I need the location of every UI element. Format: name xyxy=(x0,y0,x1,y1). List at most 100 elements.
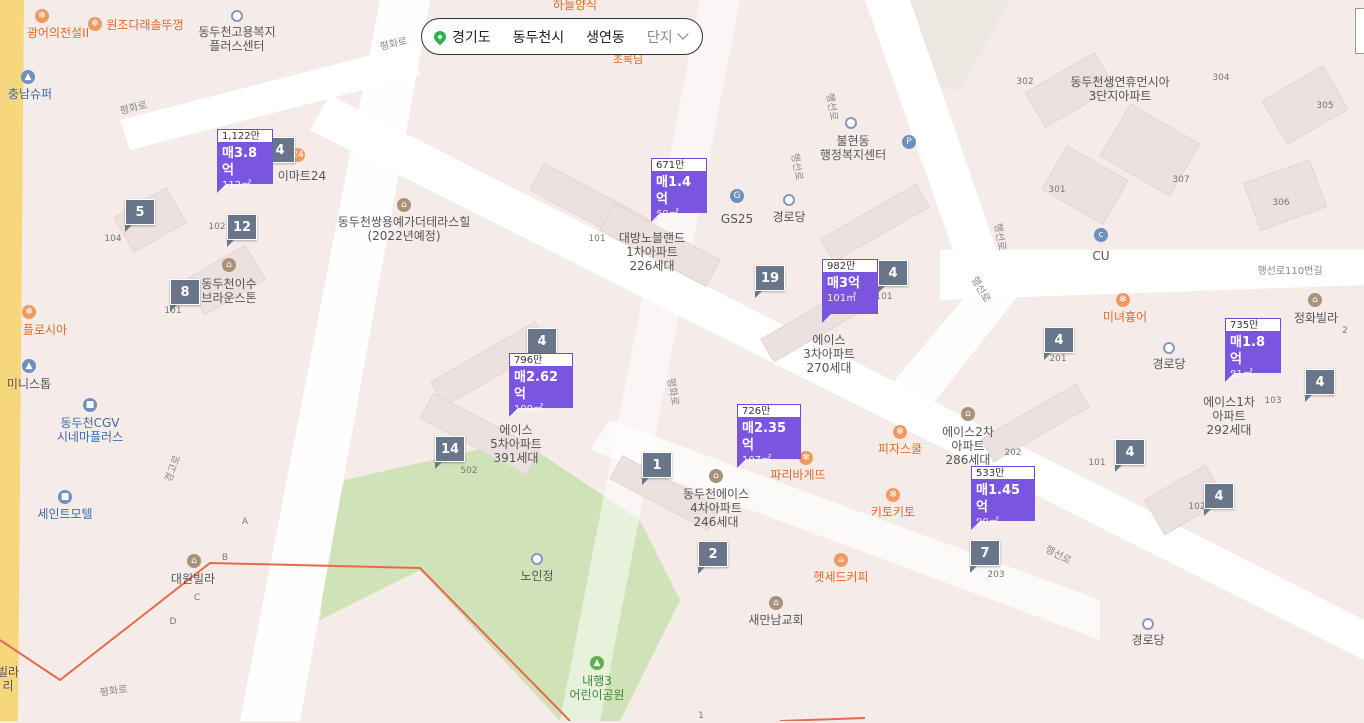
place-label: 미니스톱 xyxy=(6,377,52,391)
unit-price: 671만 xyxy=(651,158,707,171)
place-label: 경로당 xyxy=(772,210,806,224)
province-selector[interactable]: 경기도 xyxy=(431,27,491,47)
listing-count-marker[interactable]: 8 xyxy=(170,279,200,312)
apartment-icon: ⌂ xyxy=(1308,293,1322,307)
building-number: 104 xyxy=(104,234,122,244)
apartment-icon: ⌂ xyxy=(709,469,723,483)
sale-price: 매3억 xyxy=(827,276,860,291)
chevron-down-icon[interactable] xyxy=(676,28,689,40)
sale-price: 매2.62억 xyxy=(514,370,559,402)
villa-icon: ⌂ xyxy=(187,554,201,568)
price-marker[interactable]: 726만 매2.35억 107㎡ xyxy=(737,404,801,468)
cu-store-icon: c xyxy=(1094,228,1108,242)
apartment-label: 동두천에이스 4차아파트 246세대 xyxy=(682,487,750,529)
dong-selector[interactable]: 생연동 xyxy=(586,27,625,47)
place-label: 불현동 행정복지센터 xyxy=(819,134,887,162)
apartment-icon: ⌂ xyxy=(961,407,975,421)
place-label: 플로시아 xyxy=(22,323,68,337)
building-label: C xyxy=(193,593,201,603)
apartment-label: 대방노블랜드 1차아파트 226세대 xyxy=(618,231,686,273)
city-selector[interactable]: 동두천시 xyxy=(513,27,565,47)
place-label: 노인정 xyxy=(520,569,554,583)
unit-price: 726만 xyxy=(737,404,801,417)
building-number: 502 xyxy=(460,466,478,476)
church-icon: ⌂ xyxy=(769,596,783,610)
unit-price: 735만 xyxy=(1225,318,1281,331)
price-marker[interactable]: 796만 매2.62억 109㎡ xyxy=(509,353,573,417)
cinema-icon: ■ xyxy=(83,398,97,412)
place-label: 광어의전설II xyxy=(26,26,90,40)
restaurant-icon: ✻ xyxy=(35,9,49,23)
public-office-icon xyxy=(845,117,857,129)
place-label: 하늘양식 xyxy=(552,0,598,12)
place-label: 세인트모텔 xyxy=(37,507,93,521)
place-label: 경로당 xyxy=(1131,633,1165,647)
listing-count-marker[interactable]: 4 xyxy=(1044,327,1074,360)
cafe-icon: ☕ xyxy=(834,553,848,567)
apartment-label: 동두천생연휴먼시아 3단지아파트 xyxy=(1070,75,1170,103)
listing-count-marker[interactable]: 4 xyxy=(1305,369,1335,402)
apartment-label: 에이스2차 아파트 286세대 xyxy=(942,425,994,467)
area: 101㎡ xyxy=(827,293,857,304)
senior-center-icon xyxy=(1163,342,1175,354)
place-label: 충남슈퍼 xyxy=(7,87,53,101)
listing-count-marker[interactable]: 5 xyxy=(125,199,155,232)
apartment-icon: ⌂ xyxy=(397,198,411,212)
place-label: 헷세드커피 xyxy=(813,570,869,584)
listing-count-marker[interactable]: 4 xyxy=(878,260,908,293)
price-marker[interactable]: 982만 매3억 101㎡ xyxy=(822,259,878,323)
restaurant-icon: ✻ xyxy=(886,488,900,502)
place-label: 키토키토 xyxy=(870,505,916,519)
senior-center-icon xyxy=(1142,618,1154,630)
place-label: 대원빌라 xyxy=(170,572,216,586)
building-number: 301 xyxy=(1048,185,1066,195)
building-number: 202 xyxy=(1004,448,1022,458)
place-label: 정화빌라 xyxy=(1293,311,1339,325)
apartment-label: 에이스 3차아파트 270세대 xyxy=(803,333,855,375)
side-panel-toggle[interactable] xyxy=(1355,8,1364,54)
public-office-icon xyxy=(231,10,243,22)
listing-count-marker[interactable]: 7 xyxy=(970,540,1000,573)
restaurant-icon: ✻ xyxy=(22,305,36,319)
place-label: CU xyxy=(1092,249,1110,263)
price-marker[interactable]: 533만 매1.45억 90㎡ xyxy=(971,466,1035,530)
bakery-icon: ✻ xyxy=(799,451,813,465)
place-label: GS25 xyxy=(720,212,754,226)
apartment-label: 에이스1차 아파트 292세대 xyxy=(1203,395,1255,437)
restaurant-icon: ✻ xyxy=(1116,293,1130,307)
listing-count-marker[interactable]: 1 xyxy=(642,452,672,485)
complex-selector[interactable]: 단지 xyxy=(647,27,673,47)
listing-count-marker[interactable]: 4 xyxy=(527,328,557,361)
place-label: 파리바게뜨 xyxy=(770,468,826,482)
price-marker[interactable]: 1,122만 매3.8억 112㎡ xyxy=(217,129,273,193)
place-label: 빌라 리 xyxy=(0,665,20,693)
apartment-label: 에이스 5차아파트 391세대 xyxy=(490,423,542,465)
area: 81㎡ xyxy=(1230,369,1253,380)
road-label: 행선로110번길 xyxy=(1257,266,1323,277)
restaurant-icon: ✻ xyxy=(893,425,907,439)
price-marker[interactable]: 671만 매1.4억 69㎡ xyxy=(651,158,707,222)
listing-count-marker[interactable]: 4 xyxy=(1115,439,1145,472)
place-label: 초록님 xyxy=(612,53,644,66)
place-label: 경로당 xyxy=(1152,357,1186,371)
listing-count-marker[interactable]: 4 xyxy=(1204,483,1234,516)
building-label: B xyxy=(221,553,229,563)
gs25-icon: G xyxy=(730,189,744,203)
price-marker[interactable]: 735만 매1.8억 81㎡ xyxy=(1225,318,1281,382)
building-number: 304 xyxy=(1212,73,1230,83)
listing-count-marker[interactable]: 14 xyxy=(435,436,465,469)
apartment-label: 동두천쌍용예가더테라스힐 (2022년예정) xyxy=(337,215,471,243)
area: 90㎡ xyxy=(976,517,999,528)
listing-count-marker[interactable]: 12 xyxy=(227,214,257,247)
restaurant-icon: ✻ xyxy=(88,17,102,31)
parking-icon: P xyxy=(902,135,916,149)
building-number: 101 xyxy=(588,234,606,244)
listing-count-marker[interactable]: 19 xyxy=(755,265,785,298)
province-label: 경기도 xyxy=(452,29,491,46)
location-filter-bar: 경기도 동두천시 생연동 단지 xyxy=(421,18,703,55)
place-label: 피자스쿨 xyxy=(877,442,923,456)
listing-count-marker[interactable]: 2 xyxy=(698,541,728,574)
sale-price: 매1.8억 xyxy=(1230,335,1265,367)
building-number: 201 xyxy=(1049,354,1067,364)
building-number: 102 xyxy=(208,222,226,232)
